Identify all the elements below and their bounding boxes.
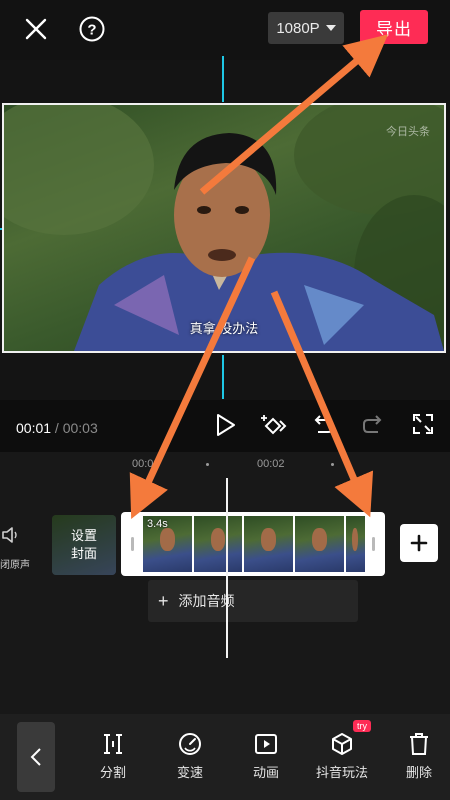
bottom-toolbar <box>0 714 450 800</box>
delete-label: 删除 <box>405 765 432 780</box>
speaker-icon[interactable] <box>2 526 18 544</box>
speed-label: 变速 <box>176 765 203 780</box>
trim-handle-left[interactable] <box>131 537 134 551</box>
animation-tool[interactable]: 动画 <box>236 732 296 781</box>
clip-thumbnail <box>244 516 293 572</box>
time-separator: / <box>51 420 63 436</box>
video-clip[interactable]: 3.4s <box>121 512 385 576</box>
plus-icon <box>410 534 428 552</box>
fullscreen-icon[interactable] <box>412 413 434 435</box>
ruler-label-1: 00:02 <box>257 458 285 470</box>
video-subtitle: 真拿 没办法 <box>189 321 259 336</box>
export-button[interactable]: 导出 <box>360 10 428 44</box>
ruler-dot <box>206 463 209 466</box>
video-preview[interactable]: 今日头条 真拿 没办法 <box>2 103 446 353</box>
animation-icon <box>255 734 277 754</box>
cover-label: 设置 封面 <box>52 515 116 575</box>
current-time: 00:01 <box>16 420 52 436</box>
svg-text:?: ? <box>87 22 96 39</box>
mute-original-audio-label[interactable]: 闭原声 <box>0 556 30 571</box>
clip-thumbnail <box>345 516 365 572</box>
douyin-effects-label: 抖音玩法 <box>315 765 368 780</box>
time-display: 00:01 / 00:03 <box>16 420 98 436</box>
cover-label-line1: 设置 <box>70 528 97 543</box>
undo-icon[interactable] <box>312 414 334 436</box>
animation-label: 动画 <box>252 765 279 780</box>
keyframe-icon[interactable] <box>260 412 288 438</box>
split-icon <box>104 734 122 754</box>
resolution-label: 1080P <box>276 19 320 37</box>
speed-icon <box>179 733 201 755</box>
close-icon[interactable] <box>24 17 48 41</box>
trash-icon <box>410 733 428 755</box>
add-audio-button[interactable]: + 添加音频 <box>148 580 358 622</box>
clip-duration: 3.4s <box>147 518 168 530</box>
chevron-down-icon <box>325 25 336 31</box>
redo-icon[interactable] <box>362 414 384 436</box>
clip-thumbnail <box>294 516 344 572</box>
guide-line-top <box>222 56 224 102</box>
set-cover-button[interactable]: 设置 封面 <box>52 515 116 575</box>
video-frame-image <box>4 105 444 351</box>
add-clip-button[interactable] <box>400 524 438 562</box>
total-time: 00:03 <box>62 420 98 436</box>
trim-handle-right[interactable] <box>372 537 375 551</box>
try-badge: try <box>353 720 371 732</box>
split-tool[interactable]: 分割 <box>83 732 143 781</box>
resolution-dropdown[interactable]: 1080P <box>268 12 344 44</box>
cover-label-line2: 封面 <box>70 546 97 561</box>
plus-icon: + <box>158 590 169 611</box>
douyin-effects-tool[interactable]: 抖音玩法 <box>312 732 372 781</box>
help-icon[interactable]: ? <box>79 16 105 42</box>
speed-tool[interactable]: 变速 <box>160 732 220 781</box>
play-icon[interactable] <box>215 413 237 437</box>
clip-thumbnails <box>143 516 365 572</box>
chevron-left-icon <box>30 748 41 766</box>
clip-thumbnail <box>193 516 243 572</box>
delete-tool[interactable]: 删除 <box>389 732 449 781</box>
ruler-label-0: 00:00 <box>132 458 160 470</box>
cube-icon <box>332 733 352 755</box>
guide-line-bottom <box>222 355 224 399</box>
ruler-dot <box>331 463 334 466</box>
watermark: 今日头条 <box>386 126 430 138</box>
split-label: 分割 <box>99 765 126 780</box>
back-button[interactable] <box>17 722 55 792</box>
playhead[interactable] <box>226 478 228 658</box>
